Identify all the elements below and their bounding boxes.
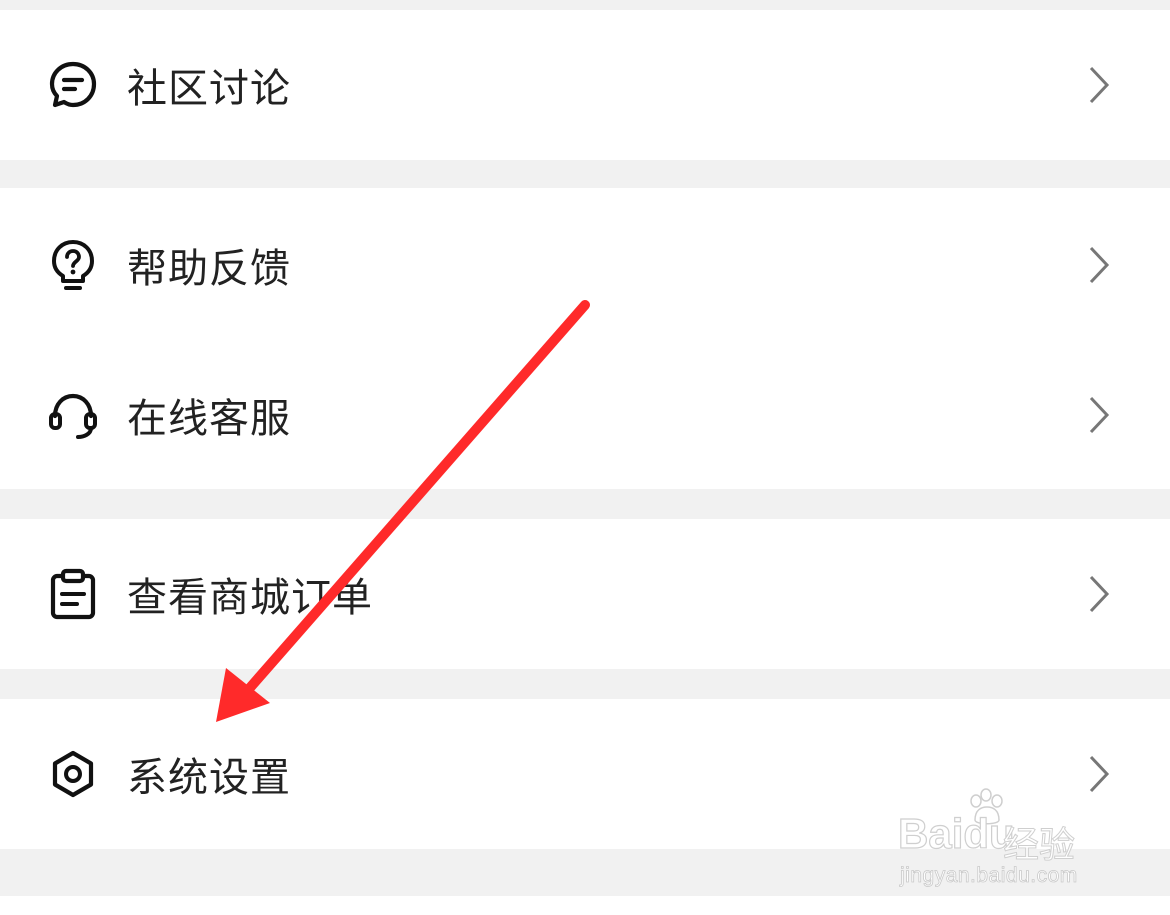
hexagon-settings-icon bbox=[46, 747, 100, 801]
menu-item-community-discussion[interactable]: 社区讨论 bbox=[0, 10, 1170, 160]
next-group-peek bbox=[0, 896, 1170, 915]
help-lightbulb-icon bbox=[46, 238, 100, 292]
menu-item-mall-orders[interactable]: 查看商城订单 bbox=[0, 519, 1170, 669]
chevron-right-icon bbox=[1086, 65, 1112, 105]
menu-item-label: 社区讨论 bbox=[127, 66, 291, 112]
chevron-right-icon bbox=[1086, 574, 1112, 614]
menu-group-community: 社区讨论 bbox=[0, 10, 1170, 160]
menu-item-label: 系统设置 bbox=[127, 755, 291, 801]
menu-group-orders: 查看商城订单 bbox=[0, 519, 1170, 669]
menu-item-label: 查看商城订单 bbox=[127, 575, 373, 621]
clipboard-icon bbox=[46, 567, 100, 621]
menu-item-online-service[interactable]: 在线客服 bbox=[0, 341, 1170, 489]
chevron-right-icon bbox=[1086, 245, 1112, 285]
watermark-url: jingyan.baidu.com bbox=[900, 864, 1078, 888]
menu-item-label: 在线客服 bbox=[127, 396, 291, 442]
menu-item-help-feedback[interactable]: 帮助反馈 bbox=[0, 188, 1170, 341]
menu-group-support: 帮助反馈 在线客服 bbox=[0, 188, 1170, 489]
chevron-right-icon bbox=[1086, 395, 1112, 435]
headset-icon bbox=[46, 388, 100, 442]
menu-item-label: 帮助反馈 bbox=[127, 245, 291, 292]
watermark-product: 经验 bbox=[1002, 825, 1076, 867]
chat-bubble-icon bbox=[46, 58, 100, 112]
watermark-brand: Baidu bbox=[897, 809, 1015, 857]
baidu-jingyan-watermark: Baidu 经验 jingyan.baidu.com bbox=[895, 788, 1115, 893]
